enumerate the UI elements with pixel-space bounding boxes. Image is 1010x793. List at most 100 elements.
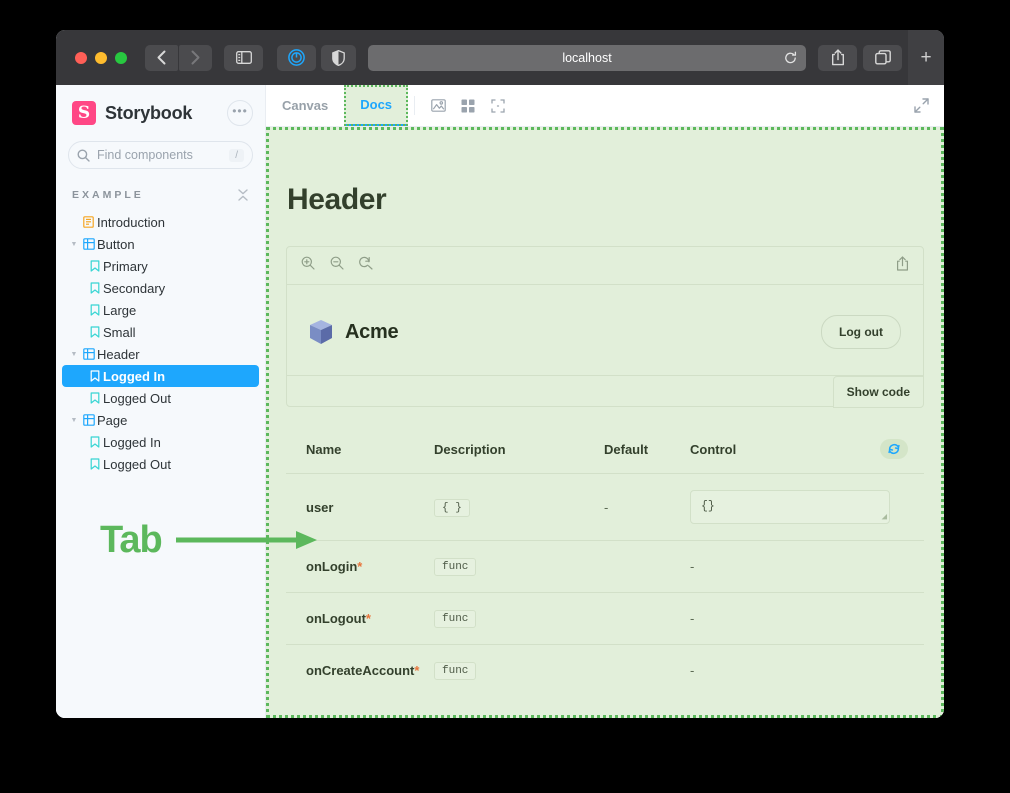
chevron-down-icon[interactable]: ▼ [68, 417, 80, 424]
grid-icon [461, 99, 475, 112]
sidebar-toggle-button[interactable] [224, 44, 263, 71]
sidebar-item-page[interactable]: ▼ Page [62, 409, 259, 431]
arg-type-pill: func [434, 662, 477, 680]
story-icon [86, 260, 103, 272]
sidebar-item-page-logged-out[interactable]: Logged Out [62, 453, 259, 475]
sidebar-item-button-large[interactable]: Large [62, 299, 259, 321]
sidebar-menu-button[interactable]: ••• [227, 100, 253, 126]
tab-overview-button[interactable] [863, 44, 902, 71]
close-window-button[interactable] [75, 51, 87, 64]
arg-description-cell: func [434, 645, 604, 697]
search-input[interactable]: Find components / [68, 141, 253, 169]
collapse-all-icon[interactable] [237, 189, 249, 201]
sidebar-item-header-logged-out[interactable]: Logged Out [62, 387, 259, 409]
minimize-window-button[interactable] [95, 51, 107, 64]
document-icon [80, 216, 97, 228]
tab-docs[interactable]: Docs [344, 85, 409, 126]
share-button[interactable] [818, 44, 857, 71]
tab-canvas[interactable]: Canvas [266, 85, 344, 126]
background-image-button[interactable] [423, 85, 453, 126]
maximize-window-button[interactable] [115, 51, 127, 64]
reload-icon [785, 51, 797, 63]
table-row: onLogin* func - [286, 540, 924, 593]
back-button[interactable] [145, 44, 178, 71]
component-icon [80, 414, 97, 426]
column-header-control: Control [690, 441, 737, 457]
zoom-in-button[interactable] [301, 256, 315, 275]
arg-default-cell [604, 540, 690, 593]
reset-controls-icon [888, 444, 900, 454]
background-image-icon [430, 99, 446, 112]
tab-overview-icon [874, 50, 891, 65]
table-row: onLogout* func - [286, 592, 924, 645]
chevron-down-icon[interactable]: ▼ [68, 351, 80, 358]
resize-grip-icon[interactable]: ◢ [882, 512, 887, 522]
storybook-brand-title: Storybook [105, 102, 193, 123]
sidebar-section-header: EXAMPLE [68, 189, 253, 211]
sidebar-item-label: Page [97, 412, 128, 428]
column-header-default: Default [604, 441, 649, 457]
zoom-reset-button[interactable] [359, 256, 373, 275]
new-tab-button[interactable]: + [908, 30, 944, 85]
sidebar-item-header[interactable]: ▼ Header [62, 343, 259, 365]
arg-default-value: - [604, 499, 609, 515]
sidebar-item-page-logged-in[interactable]: Logged In [62, 431, 259, 453]
arg-control-value: - [690, 611, 695, 626]
sidebar-item-button[interactable]: ▼ Button [62, 233, 259, 255]
story-preview: Acme Log out Show code [286, 246, 924, 408]
arg-control-value: - [690, 663, 695, 678]
sidebar-item-button-small[interactable]: Small [62, 321, 259, 343]
privacy-shield-icon [332, 49, 345, 66]
page-title: Header [287, 183, 387, 216]
sidebar-item-introduction[interactable]: Introduction [62, 211, 259, 233]
tab-docs-label: Docs [360, 97, 393, 112]
grid-button[interactable] [453, 85, 483, 126]
arg-control-value: - [690, 559, 695, 574]
arg-control-cell: - [690, 540, 924, 593]
zoom-controls [301, 256, 373, 275]
log-out-button[interactable]: Log out [821, 315, 901, 349]
story-icon [86, 392, 103, 404]
arg-type-pill: func [434, 558, 477, 576]
arg-control-cell: - [690, 592, 924, 645]
arg-name: user [306, 499, 334, 515]
sidebar-toggle-icon [235, 51, 252, 64]
reload-button[interactable] [784, 51, 797, 64]
url-bar[interactable]: localhost [368, 44, 806, 71]
tabbar-spacer [513, 85, 906, 126]
reader-mode-button[interactable] [277, 44, 316, 71]
chevron-down-icon[interactable]: ▼ [68, 241, 80, 248]
required-marker: * [365, 611, 371, 626]
forward-button[interactable] [179, 44, 212, 71]
object-control-textarea[interactable]: {} ◢ [690, 490, 890, 524]
storybook-logo-icon: S [72, 101, 96, 125]
measure-button[interactable] [483, 85, 513, 126]
column-header-description: Description [434, 441, 506, 457]
sidebar-menu-label: ••• [232, 103, 248, 118]
story-icon [86, 304, 103, 316]
object-control-value: {} [701, 500, 715, 513]
arg-description-cell: func [434, 592, 604, 645]
expand-fullscreen-button[interactable] [906, 85, 936, 126]
sidebar-item-button-primary[interactable]: Primary [62, 255, 259, 277]
arg-description-cell: { } [434, 473, 604, 541]
storybook-logo-letter: S [77, 102, 91, 123]
arg-name: onLogin [306, 559, 358, 574]
privacy-shield-button[interactable] [321, 44, 356, 71]
search-placeholder: Find components [97, 148, 193, 162]
story-icon [86, 436, 103, 448]
zoom-out-button[interactable] [330, 256, 344, 275]
storybook-sidebar: S Storybook ••• Find components / EXAMPL… [56, 85, 266, 718]
search-icon [77, 149, 90, 162]
show-code-button[interactable]: Show code [832, 376, 924, 408]
sidebar-item-label: Introduction [97, 214, 165, 230]
component-icon [80, 348, 97, 360]
story-icon [86, 458, 103, 470]
sidebar-brand[interactable]: S Storybook ••• [68, 85, 253, 141]
sidebar-item-header-logged-in[interactable]: Logged In [62, 365, 259, 387]
reset-controls-button[interactable] [880, 439, 908, 459]
sidebar-item-button-secondary[interactable]: Secondary [62, 277, 259, 299]
share-story-button[interactable] [896, 255, 909, 276]
reader-mode-icon [288, 49, 305, 66]
preview-footer: Show code [287, 375, 924, 408]
